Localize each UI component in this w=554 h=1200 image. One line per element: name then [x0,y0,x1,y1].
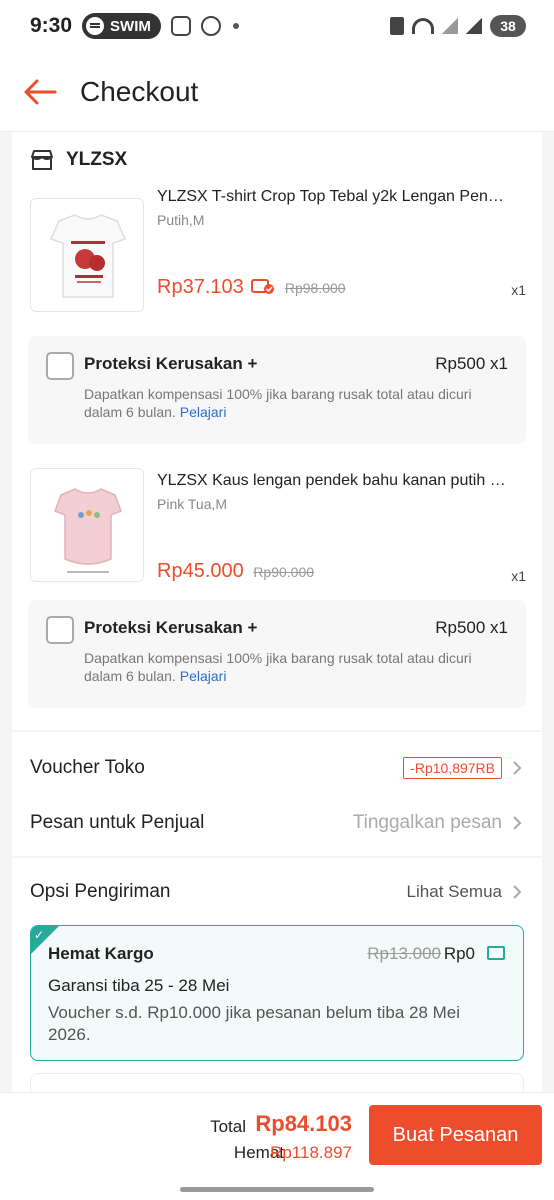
shipping-header-row[interactable]: Opsi Pengiriman Lihat Semua [12,864,542,919]
protection-box: Proteksi Kerusakan + Rp500 x1 Dapatkan k… [28,600,526,708]
total-value: Rp84.103 [255,1111,352,1136]
cart-item[interactable]: YLZSX Kaus lengan pendek bahu kanan puti… [12,444,542,584]
learn-more-link[interactable]: Pelajari [180,404,227,420]
shop-header: YLZSX [12,132,542,188]
checkout-bar: Total Rp84.103 Hemat Rp118.897 Buat Pesa… [0,1092,554,1200]
protection-checkbox[interactable] [46,616,74,644]
back-button[interactable] [0,52,80,132]
notification-dot-icon [232,23,239,29]
message-input[interactable]: Tinggalkan pesan [353,812,502,834]
product-image[interactable] [30,468,144,582]
chevron-right-icon [513,760,522,775]
message-label: Pesan untuk Penjual [30,811,205,833]
product-qty: x1 [511,568,526,584]
checkout-content[interactable]: YLZSX YLZSX T-shirt Crop Top Tebal y2k L… [12,132,542,1092]
spotify-icon [86,17,105,35]
battery-icon: 38 [490,15,526,37]
shipping-label: Opsi Pengiriman [30,880,171,902]
protection-title: Proteksi Kerusakan + [84,618,258,637]
voucher-row[interactable]: Voucher Toko -Rp10,897RB [12,740,542,795]
protection-title: Proteksi Kerusakan + [84,354,258,373]
voucher-value: -Rp10,897RB [403,756,502,779]
protection-box: Proteksi Kerusakan + Rp500 x1 Dapatkan k… [28,336,526,444]
product-variant: Putih,M [157,212,205,228]
protection-desc-text: Dapatkan kompensasi 100% jika barang rus… [84,386,472,420]
status-time: 9:30 [30,14,73,37]
shipping-old-price: Rp13.000 [367,944,441,963]
product-name[interactable]: YLZSX Kaus lengan pendek bahu kanan puti… [157,472,529,490]
product-price-row: Rp45.000 Rp90.000 [157,560,314,583]
product-image[interactable] [30,198,144,312]
product-price-row: Rp37.103 Rp98.000 [157,276,346,299]
learn-more-link[interactable]: Pelajari [180,668,227,684]
protection-desc: Dapatkan kompensasi 100% jika barang rus… [84,385,504,421]
free-shipping-voucher-icon [487,946,505,960]
shop-card: YLZSX YLZSX T-shirt Crop Top Tebal y2k L… [12,132,542,730]
protection-price: Rp500 x1 [435,618,508,637]
chevron-right-icon [513,884,522,899]
signal-icon [442,18,458,34]
product-old-price: Rp90.000 [253,564,315,580]
savings-value: Rp118.897 [270,1143,352,1162]
protection-checkbox[interactable] [46,352,74,380]
message-row[interactable]: Pesan untuk Penjual Tinggalkan pesan [12,795,542,850]
shipping-guarantee: Garansi tiba 25 - 28 Mei [48,976,230,995]
media-pill: SWIM [82,13,161,39]
whatsapp-icon [200,16,221,36]
wifi-icon [412,18,434,34]
shipping-option-card[interactable]: ✓ Hemat Kargo Rp13.000 Rp0 Garansi tiba … [30,925,524,1061]
chevron-right-icon [513,815,522,830]
product-qty: x1 [511,282,526,298]
status-bar: 9:30 SWIM 38 [0,0,554,52]
store-icon [31,150,53,170]
voucher-applied-icon [251,279,275,294]
shipping-price: Rp0 [443,944,475,963]
shipping-card: Opsi Pengiriman Lihat Semua ✓ Hemat Karg… [12,858,542,1092]
shipping-note: Voucher s.d. Rp10.000 jika pesanan belum… [48,1003,461,1044]
screenshot-icon [170,16,191,36]
page-title: Checkout [80,75,199,107]
media-pill-label: SWIM [110,17,151,35]
arrow-left-icon [24,79,57,104]
shipping-option-name: Hemat Kargo [48,944,154,963]
shop-name: YLZSX [66,149,128,170]
protection-price: Rp500 x1 [435,354,508,373]
voucher-message-card: Voucher Toko -Rp10,897RB Pesan untuk Pen… [12,732,542,856]
protection-desc-text: Dapatkan kompensasi 100% jika barang rus… [84,650,472,684]
total-label: Total [210,1117,246,1136]
product-price: Rp45.000 [157,560,244,582]
signal-icon-2 [466,18,482,34]
next-shipping-card[interactable] [30,1073,524,1092]
voucher-label: Voucher Toko [30,756,145,778]
home-indicator[interactable] [180,1187,374,1192]
place-order-button[interactable]: Buat Pesanan [369,1105,542,1165]
product-old-price: Rp98.000 [284,280,346,296]
product-variant: Pink Tua,M [157,496,228,512]
product-name[interactable]: YLZSX T-shirt Crop Top Tebal y2k Lengan … [157,188,529,206]
app-header: Checkout [0,52,554,132]
protection-desc: Dapatkan kompensasi 100% jika barang rus… [84,649,504,685]
cart-item[interactable]: YLZSX T-shirt Crop Top Tebal y2k Lengan … [12,188,542,318]
see-all-link[interactable]: Lihat Semua [407,882,502,902]
product-price: Rp37.103 [157,276,244,298]
sim-icon [390,17,404,35]
check-icon: ✓ [34,928,45,942]
